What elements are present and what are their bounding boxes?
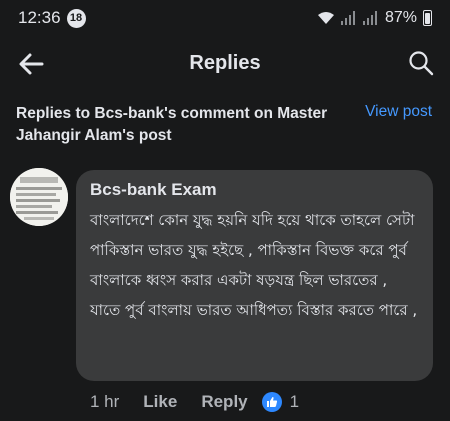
app-header: Replies bbox=[0, 36, 450, 92]
avatar[interactable] bbox=[10, 168, 68, 226]
reaction-count: 1 bbox=[289, 392, 300, 411]
status-indicators: 87% bbox=[317, 9, 432, 27]
wifi-icon bbox=[317, 12, 334, 24]
page-title: Replies bbox=[189, 52, 261, 74]
search-icon[interactable] bbox=[408, 50, 434, 76]
like-reaction-icon[interactable] bbox=[261, 392, 282, 412]
signal-icon-2 bbox=[362, 11, 377, 25]
like-button[interactable]: Like bbox=[143, 392, 177, 412]
signal-icon bbox=[340, 11, 355, 25]
avatar-image-icon bbox=[10, 168, 68, 226]
comment-bubble: Bcs-bank Exam বাংলাদেশে কোন যুদ্ধ হয়নি … bbox=[76, 170, 433, 381]
reply-button[interactable]: Reply bbox=[201, 392, 247, 412]
status-bar: 12:36 18 87% bbox=[0, 0, 450, 36]
comment-text: বাংলাদেশে কোন যুদ্ধ হয়নি যদি হয়ে থাকে … bbox=[90, 211, 418, 319]
reply-context: Replies to Bcs-bank's comment on Master … bbox=[16, 105, 328, 144]
comment-time: 1 hr bbox=[90, 392, 120, 411]
battery-level: 87% bbox=[384, 9, 417, 26]
view-post-link[interactable]: View post bbox=[365, 103, 432, 121]
comment-author[interactable]: Bcs-bank Exam bbox=[90, 179, 419, 201]
notification-badge: 18 bbox=[66, 8, 86, 28]
comment-actions: 1 hr Like Reply 1 bbox=[90, 392, 299, 412]
status-time: 12:36 bbox=[18, 8, 61, 27]
battery-icon bbox=[423, 10, 432, 26]
